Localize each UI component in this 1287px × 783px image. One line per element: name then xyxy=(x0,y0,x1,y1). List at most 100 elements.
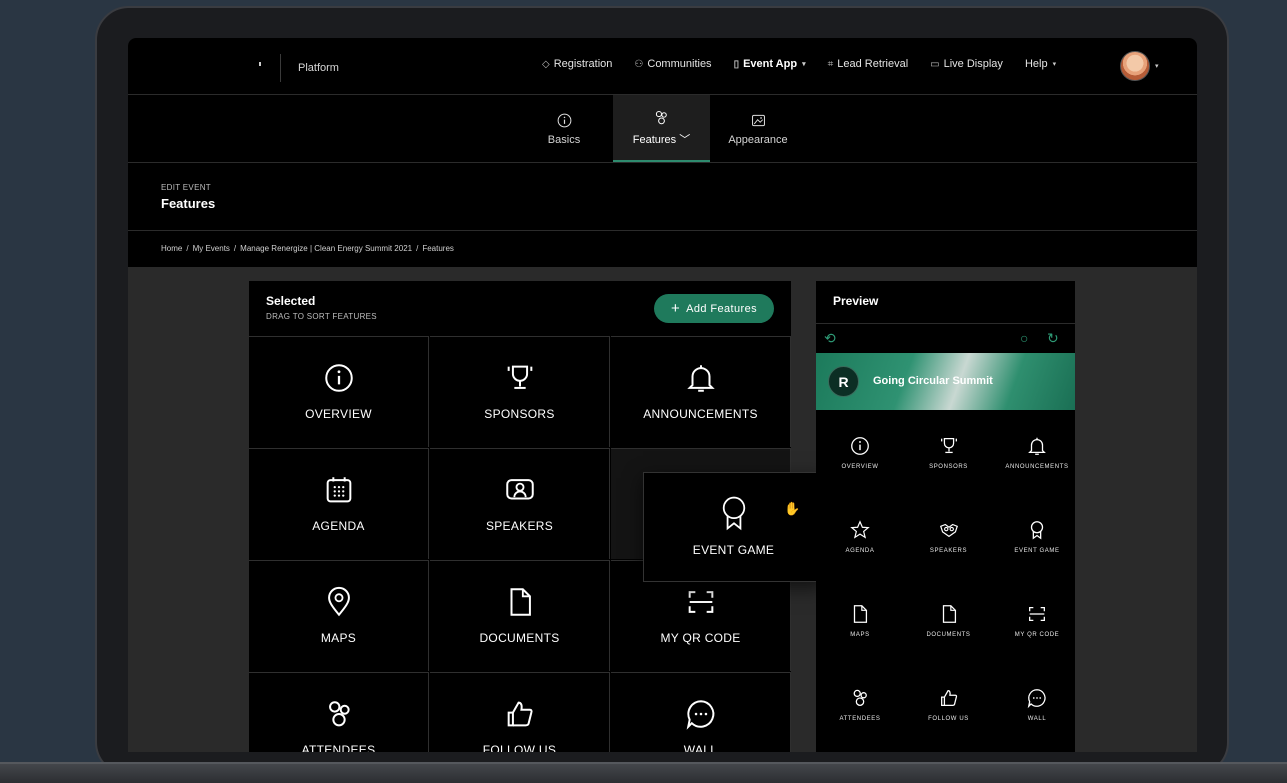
feature-label: ANNOUNCEMENTS xyxy=(643,407,758,421)
scan-icon: ⌗ xyxy=(827,58,834,70)
chevron-down-icon: ﹀ xyxy=(679,133,691,146)
page-header: EDIT EVENT Features xyxy=(128,163,1197,231)
feature-tile[interactable]: SPONSORS xyxy=(430,336,610,447)
add-features-label: Add Features xyxy=(686,302,757,315)
feature-label: OVERVIEW xyxy=(305,407,372,421)
chat-icon xyxy=(686,700,714,730)
add-features-button[interactable]: + Add Features xyxy=(654,294,774,323)
preview-feature-label: MY QR CODE xyxy=(1014,632,1060,638)
preview-feature-label: EVENT GAME xyxy=(1014,548,1060,554)
feature-label: DOCUMENTS xyxy=(479,631,560,645)
platform-label[interactable]: Platform xyxy=(298,62,339,74)
trophy-icon xyxy=(940,438,957,454)
feature-tile[interactable]: FOLLOW US xyxy=(430,672,610,752)
preview-feature-tile[interactable]: DOCUMENTS xyxy=(905,580,993,664)
chevron-down-icon: ▾ xyxy=(802,61,806,68)
nav-link-label: Registration xyxy=(553,58,613,70)
people-icon xyxy=(328,701,350,727)
nav-link-label: Help xyxy=(1024,58,1048,70)
info-icon xyxy=(557,113,571,127)
breadcrumb-home[interactable]: Home xyxy=(161,244,182,253)
breadcrumb-separator: / xyxy=(186,244,189,253)
info-icon xyxy=(851,437,869,455)
feature-tile[interactable]: OVERVIEW xyxy=(249,336,429,447)
brand-logo[interactable] xyxy=(259,62,261,66)
nav-link-event-app[interactable]: ▯ Event App ▾ xyxy=(734,58,806,70)
avatar[interactable] xyxy=(1120,51,1150,81)
preview-feature-tile[interactable]: ANNOUNCEMENTS xyxy=(993,412,1081,496)
preview-feature-tile[interactable]: FOLLOW US xyxy=(905,664,993,748)
preview-feature-tile[interactable]: MAPS xyxy=(816,580,904,664)
qr-icon xyxy=(688,591,713,613)
feature-tile[interactable]: ATTENDEES xyxy=(249,672,429,752)
feature-tile[interactable]: DOCUMENTS xyxy=(430,560,610,671)
preview-feature-tile[interactable]: WALL xyxy=(993,664,1081,748)
preview-feature-label: FOLLOW US xyxy=(928,716,969,722)
feature-tile[interactable]: AGENDA xyxy=(249,448,429,559)
nav-link-label: Lead Retrieval xyxy=(837,58,909,70)
feature-label: SPONSORS xyxy=(484,407,555,421)
tab-basics[interactable]: Basics xyxy=(520,95,608,162)
nav-link-label: Event App xyxy=(743,58,798,70)
feature-tile[interactable]: WALL xyxy=(611,672,791,752)
speaker-icon xyxy=(505,479,534,500)
chevron-down-icon[interactable]: ▾ xyxy=(1155,62,1159,70)
page-eyebrow: EDIT EVENT xyxy=(161,183,211,192)
preview-feature-tile[interactable]: SPONSORS xyxy=(905,412,993,496)
document-icon xyxy=(942,605,956,623)
breadcrumb-separator: / xyxy=(233,244,237,253)
thumbs-up-icon xyxy=(507,701,533,727)
tab-appearance[interactable]: Appearance xyxy=(718,95,798,162)
feature-label: AGENDA xyxy=(312,519,365,533)
plus-icon: + xyxy=(670,300,681,317)
tab-label-text: Features xyxy=(632,133,677,146)
bell-icon xyxy=(1028,437,1046,455)
feature-tile[interactable]: MAPS xyxy=(249,560,429,671)
preview-feature-tile[interactable]: OVERVIEW xyxy=(816,412,904,496)
preview-panel: Preview ⟲ ○ ↻ R Going Circular Summit OV… xyxy=(816,281,1075,752)
diamond-icon: ◇ xyxy=(542,58,550,70)
preview-feature-tile[interactable]: ATTENDEES xyxy=(816,664,904,748)
page-title: Features xyxy=(161,196,216,211)
award-icon xyxy=(1030,521,1044,540)
feature-label: ATTENDEES xyxy=(301,743,376,752)
image-icon xyxy=(751,114,765,126)
star-icon xyxy=(850,520,870,539)
preview-feature-tile[interactable]: AGENDA xyxy=(816,496,904,580)
selected-title: Selected xyxy=(266,294,316,308)
back-icon[interactable]: ⟲ xyxy=(824,330,836,347)
feature-label: MAPS xyxy=(320,631,357,645)
preview-feature-label: OVERVIEW xyxy=(841,464,879,470)
dragging-feature-card[interactable]: EVENT GAME xyxy=(643,472,824,582)
nav-link-communities[interactable]: ⚇ Communities xyxy=(634,58,711,70)
people-icon xyxy=(655,110,667,124)
document-icon xyxy=(853,605,868,623)
breadcrumb-my-events[interactable]: My Events xyxy=(193,244,230,253)
feature-tile[interactable]: ANNOUNCEMENTS xyxy=(611,336,791,447)
calendar-icon xyxy=(326,477,351,503)
breadcrumb-separator: / xyxy=(416,244,419,253)
feature-tile[interactable]: SPEAKERS xyxy=(430,448,610,559)
preview-feature-tile[interactable]: MY QR CODE xyxy=(993,580,1081,664)
people-icon: ⚇ xyxy=(634,58,644,70)
refresh-icon[interactable]: ↻ xyxy=(1047,330,1059,347)
tab-features[interactable]: Features ﹀ xyxy=(613,95,710,162)
nav-link-registration[interactable]: ◇ Registration xyxy=(542,58,612,70)
tab-label: Features ﹀ xyxy=(633,131,690,147)
preview-feature-label: SPEAKERS xyxy=(929,548,968,554)
breadcrumb-manage-event[interactable]: Manage Renergize | Clean Energy Summit 2… xyxy=(240,244,412,253)
preview-feature-label: MAPS xyxy=(850,632,870,638)
nav-link-help[interactable]: Help ▾ xyxy=(1025,58,1056,70)
nav-link-live-display[interactable]: ▭ Live Display xyxy=(930,58,1003,70)
preview-feature-label: SPONSORS xyxy=(929,464,968,470)
search-icon[interactable]: ○ xyxy=(1020,330,1028,346)
feature-label: MY QR CODE xyxy=(660,631,741,645)
breadcrumb-bar: Home / My Events / Manage Renergize | Cl… xyxy=(128,231,1197,267)
preview-feature-tile[interactable]: SPEAKERS xyxy=(905,496,993,580)
top-navigation: Platform ◇ Registration ⚇ Communities ▯ Event… xyxy=(128,38,1197,95)
feature-label: SPEAKERS xyxy=(485,519,554,533)
nav-link-lead-retrieval[interactable]: ⌗ Lead Retrieval xyxy=(828,58,909,70)
event-logo: R xyxy=(828,366,859,397)
preview-feature-tile[interactable]: EVENT GAME xyxy=(993,496,1081,580)
trophy-icon xyxy=(507,365,532,389)
